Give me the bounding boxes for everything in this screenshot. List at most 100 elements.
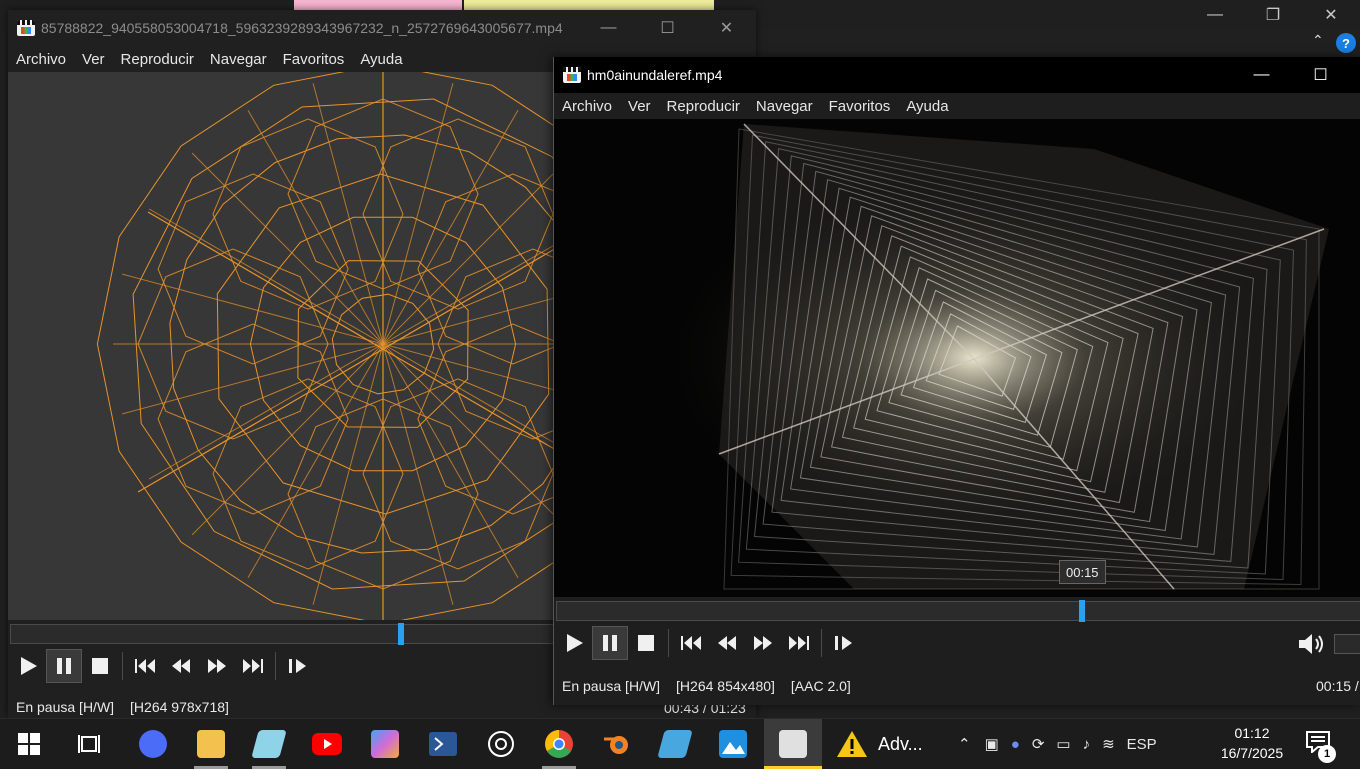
restore-button[interactable]: ❐ bbox=[1244, 0, 1302, 29]
seek-time-tooltip: 00:15 bbox=[1059, 560, 1106, 584]
taskbar-app-powershell[interactable] bbox=[420, 719, 466, 769]
show-hidden-icons-icon[interactable]: ⌃ bbox=[958, 735, 971, 753]
system-tray: ⌃ ▣ ● ⟳ ▭ ♪ ≋ ESP bbox=[958, 719, 1157, 769]
sync-icon[interactable]: ⟳ bbox=[1032, 735, 1045, 753]
menu-favoritos[interactable]: Favoritos bbox=[283, 51, 345, 68]
stop-icon bbox=[92, 658, 108, 674]
clock-date: 16/7/2025 bbox=[1220, 745, 1284, 761]
frame-step-button[interactable] bbox=[826, 626, 862, 660]
taskbar-app-youtube[interactable] bbox=[304, 719, 350, 769]
terminal-icon bbox=[429, 732, 457, 756]
stop-button[interactable] bbox=[82, 649, 118, 683]
menu-ayuda[interactable]: Ayuda bbox=[360, 51, 402, 68]
menu-reproducir[interactable]: Reproducir bbox=[121, 51, 194, 68]
menu-ver[interactable]: Ver bbox=[628, 98, 651, 115]
next-button[interactable] bbox=[781, 626, 817, 660]
minimize-button[interactable]: — bbox=[1186, 0, 1244, 29]
taskbar-app-file-explorer[interactable] bbox=[188, 719, 234, 769]
help-icon[interactable]: ? bbox=[1336, 33, 1356, 53]
fast-forward-icon bbox=[208, 659, 226, 673]
play-button[interactable] bbox=[556, 626, 592, 660]
taskbar-app-photos[interactable] bbox=[710, 719, 756, 769]
rewind-button[interactable] bbox=[709, 626, 745, 660]
menu-navegar[interactable]: Navegar bbox=[210, 51, 267, 68]
close-button[interactable]: ✕ bbox=[1302, 0, 1360, 29]
previous-button[interactable] bbox=[127, 649, 163, 683]
fast-forward-button[interactable] bbox=[199, 649, 235, 683]
pause-button[interactable] bbox=[46, 649, 82, 683]
volume-icon[interactable]: ♪ bbox=[1083, 736, 1091, 753]
minimize-button[interactable]: — bbox=[579, 10, 638, 46]
stop-icon bbox=[638, 635, 654, 651]
background-window-controls: — ❐ ✕ bbox=[1186, 0, 1360, 29]
start-button[interactable] bbox=[6, 719, 52, 769]
input-language[interactable]: ESP bbox=[1127, 736, 1157, 753]
clock[interactable]: 01:12 16/7/2025 bbox=[1214, 723, 1290, 763]
video-codec: [H264 978x718] bbox=[130, 699, 229, 715]
menu-reproducir[interactable]: Reproducir bbox=[667, 98, 740, 115]
menu-archivo[interactable]: Archivo bbox=[562, 98, 612, 115]
play-icon bbox=[567, 634, 583, 652]
window-controls: — ☐ ✕ bbox=[579, 10, 756, 46]
folder-icon bbox=[197, 730, 225, 758]
window-titlebar[interactable]: hm0ainundaleref.mp4 — ☐ bbox=[554, 57, 1360, 93]
rewind-icon bbox=[172, 659, 190, 673]
taskbar-app-notes[interactable] bbox=[246, 719, 292, 769]
blender-icon bbox=[604, 736, 628, 754]
battery-icon[interactable]: ▭ bbox=[1056, 735, 1070, 753]
wifi-icon[interactable]: ≋ bbox=[1102, 735, 1115, 753]
seek-handle[interactable] bbox=[1078, 600, 1085, 622]
taskbar-app-blue[interactable] bbox=[652, 719, 698, 769]
frame-step-icon bbox=[835, 636, 852, 650]
minimize-button[interactable]: — bbox=[1232, 57, 1291, 93]
taskbar-app-chatgpt[interactable] bbox=[478, 719, 524, 769]
play-button[interactable] bbox=[10, 649, 46, 683]
menu-ver[interactable]: Ver bbox=[82, 51, 105, 68]
copilot-icon bbox=[371, 730, 399, 758]
video-frame[interactable] bbox=[554, 119, 1360, 597]
clapperboard-icon bbox=[779, 730, 807, 758]
maximize-button[interactable]: ☐ bbox=[638, 10, 697, 46]
close-button[interactable]: ✕ bbox=[697, 10, 756, 46]
menu-ayuda[interactable]: Ayuda bbox=[906, 98, 948, 115]
taskbar-app-chrome[interactable] bbox=[536, 719, 582, 769]
video-codec: [H264 854x480] bbox=[676, 678, 775, 694]
taskbar-app-adv[interactable]: Adv... bbox=[836, 719, 952, 769]
rewind-icon bbox=[718, 636, 736, 650]
maximize-button[interactable]: ☐ bbox=[1291, 57, 1350, 93]
chrome-icon bbox=[545, 730, 573, 758]
skip-next-icon bbox=[243, 659, 263, 673]
volume-value[interactable]: 4 bbox=[1334, 634, 1360, 654]
window-titlebar[interactable]: 85788822_940558053004718_596323928934396… bbox=[8, 10, 756, 46]
separator bbox=[668, 629, 669, 657]
task-view-button[interactable] bbox=[66, 719, 112, 769]
taskbar-app-blender[interactable] bbox=[594, 719, 640, 769]
pause-button[interactable] bbox=[592, 626, 628, 660]
menu-archivo[interactable]: Archivo bbox=[16, 51, 66, 68]
camera-icon[interactable]: ▣ bbox=[985, 735, 999, 753]
clapperboard-icon bbox=[563, 67, 581, 83]
rewind-button[interactable] bbox=[163, 649, 199, 683]
audio-codec: [AAC 2.0] bbox=[790, 678, 851, 694]
frame-step-button[interactable] bbox=[280, 649, 316, 683]
vpn-icon[interactable]: ● bbox=[1011, 736, 1020, 753]
taskbar-app-copilot[interactable] bbox=[362, 719, 408, 769]
volume-button[interactable] bbox=[1294, 629, 1330, 659]
time-readout: 00:15 / bbox=[1316, 678, 1359, 694]
previous-button[interactable] bbox=[673, 626, 709, 660]
taskbar-app-messenger[interactable] bbox=[130, 719, 176, 769]
stop-button[interactable] bbox=[628, 626, 664, 660]
menu-navegar[interactable]: Navegar bbox=[756, 98, 813, 115]
play-icon bbox=[21, 657, 37, 675]
menu-favoritos[interactable]: Favoritos bbox=[829, 98, 891, 115]
playback-state: En pausa [H/W] bbox=[562, 678, 661, 694]
pause-icon bbox=[603, 635, 617, 651]
fast-forward-button[interactable] bbox=[745, 626, 781, 660]
seek-bar[interactable] bbox=[556, 600, 1360, 622]
collapse-ribbon-icon[interactable]: ⌃ bbox=[1312, 32, 1324, 49]
window-title: hm0ainundaleref.mp4 bbox=[587, 67, 723, 83]
next-button[interactable] bbox=[235, 649, 271, 683]
taskbar-app-media-player[interactable] bbox=[764, 719, 822, 769]
clock-time: 01:12 bbox=[1234, 725, 1270, 741]
seek-handle[interactable] bbox=[397, 623, 404, 645]
